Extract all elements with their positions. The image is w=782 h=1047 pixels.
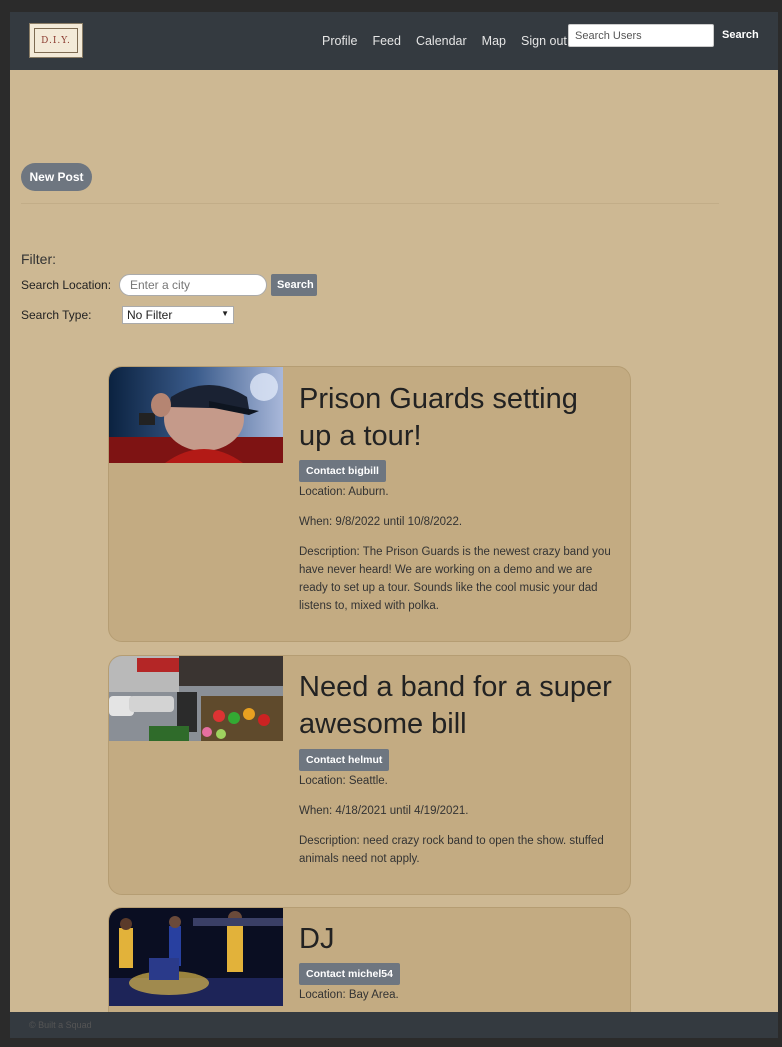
city-search-input[interactable] [119,274,267,296]
navbar: D.I.Y. Profile Feed Calendar Map Sign ou… [10,12,778,70]
user-search-input[interactable] [568,24,714,47]
post-when: When: 9/8/2022 until 10/8/2022. [299,516,463,528]
post-description: Description: The Prison Guards is the ne… [299,546,611,612]
search-type-value: No Filter [127,308,173,322]
nav-link-feed[interactable]: Feed [372,34,401,48]
footer: © Built a Squad [10,1012,778,1038]
post-card: Prison Guards setting up a tour! Contact… [108,366,631,642]
post-location: Location: Seattle. [299,775,388,787]
user-search-button[interactable]: Search [722,29,759,41]
search-type-select[interactable]: No Filter ▼ [122,306,234,324]
post-description: Description: need crazy rock band to ope… [299,835,604,865]
contact-button[interactable]: Contact michel54 [299,963,400,985]
post-body: Need a band for a super awesome bill Con… [299,656,617,868]
post-title: DJ [299,923,335,955]
search-type-label: Search Type: [21,308,92,322]
footer-text: © Built a Squad [29,1020,92,1030]
post-location: Location: Bay Area. [299,989,399,1001]
divider [21,203,719,204]
dropdown-arrow-icon: ▼ [221,309,229,318]
post-title: Need a band for a super awesome bill [299,671,612,740]
post-title: Prison Guards setting up a tour! [299,383,578,452]
post-body: Prison Guards setting up a tour! Contact… [299,367,617,615]
post-image-market[interactable] [109,656,283,741]
brand-logo[interactable]: D.I.Y. [29,23,83,58]
post-image-band[interactable] [109,367,283,463]
window-bottom-strip [10,1038,778,1047]
city-search-button[interactable]: Search [271,274,317,296]
contact-button[interactable]: Contact helmut [299,749,390,771]
post-body: DJ Contact michel54 Location: Bay Area. [299,908,617,1004]
brand-logo-text: D.I.Y. [34,28,78,53]
post-location: Location: Auburn. [299,486,389,498]
search-location-label: Search Location: [21,278,112,292]
nav-links: Profile Feed Calendar Map Sign out [322,34,582,48]
contact-button[interactable]: Contact bigbill [299,460,386,482]
post-image-dj[interactable] [109,908,283,1006]
nav-link-profile[interactable]: Profile [322,34,357,48]
post-when: When: 4/18/2021 until 4/19/2021. [299,805,469,817]
nav-link-calendar[interactable]: Calendar [416,34,467,48]
post-card: Need a band for a super awesome bill Con… [108,655,631,895]
nav-link-sign-out[interactable]: Sign out [521,34,567,48]
new-post-button[interactable]: New Post [21,163,92,191]
filter-title: Filter: [21,251,56,267]
nav-link-map[interactable]: Map [482,34,506,48]
window-top-strip [0,0,782,12]
page: D.I.Y. Profile Feed Calendar Map Sign ou… [10,12,778,1047]
